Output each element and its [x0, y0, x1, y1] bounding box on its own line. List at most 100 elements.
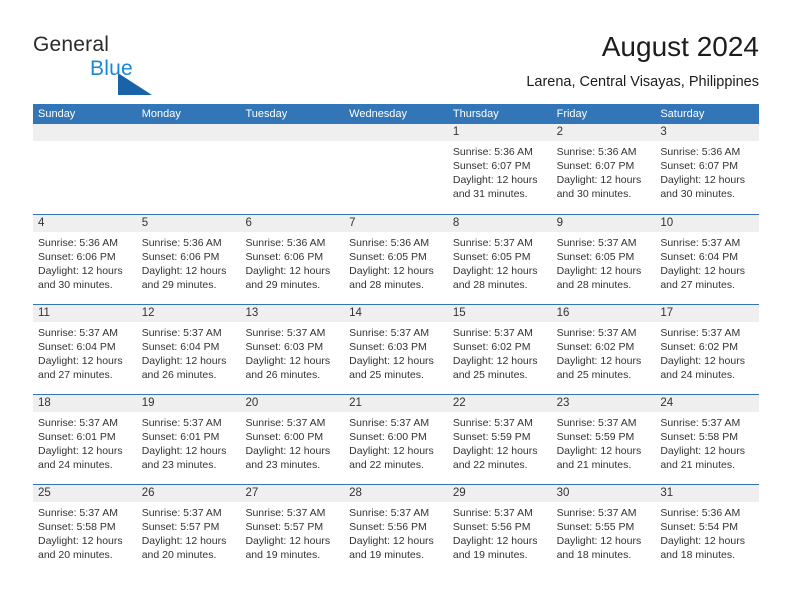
day-cell[interactable]: 25 Sunrise: 5:37 AM Sunset: 5:58 PM Dayl…: [33, 485, 137, 574]
daylight-text-line1: Daylight: 12 hours: [141, 355, 227, 367]
day-cell[interactable]: 20 Sunrise: 5:37 AM Sunset: 6:00 PM Dayl…: [240, 395, 345, 484]
daylight-text-line2: and 23 minutes.: [141, 459, 217, 471]
day-cell[interactable]: 2 Sunrise: 5:36 AM Sunset: 6:07 PM Dayli…: [551, 124, 656, 214]
day-number: 5: [136, 215, 241, 232]
sunset-text: Sunset: 6:04 PM: [38, 341, 116, 353]
day-info: Sunrise: 5:37 AM Sunset: 6:05 PM Dayligh…: [552, 232, 656, 292]
day-cell[interactable]: 6 Sunrise: 5:36 AM Sunset: 6:06 PM Dayli…: [240, 215, 345, 304]
day-cell[interactable]: [33, 124, 137, 214]
weekday-header-row: Sunday Monday Tuesday Wednesday Thursday…: [33, 104, 759, 124]
weekday-header-wednesday: Wednesday: [349, 108, 408, 120]
daylight-text-line2: and 28 minutes.: [556, 279, 632, 291]
general-blue-logo[interactable]: General Blue: [33, 33, 213, 95]
sunrise-text: Sunrise: 5:37 AM: [556, 507, 637, 519]
sunset-text: Sunset: 6:00 PM: [245, 431, 324, 443]
day-cell[interactable]: [344, 124, 448, 214]
daylight-text-line1: Daylight: 12 hours: [38, 355, 123, 367]
day-cell[interactable]: [240, 124, 345, 214]
sunrise-text: Sunrise: 5:36 AM: [660, 507, 741, 519]
day-cell[interactable]: 16 Sunrise: 5:37 AM Sunset: 6:02 PM Dayl…: [551, 305, 656, 394]
daylight-text-line1: Daylight: 12 hours: [349, 265, 434, 277]
day-cell[interactable]: 29 Sunrise: 5:37 AM Sunset: 5:56 PM Dayl…: [447, 485, 552, 574]
daylight-text-line1: Daylight: 12 hours: [452, 265, 538, 277]
day-info: Sunrise: 5:37 AM Sunset: 6:04 PM Dayligh…: [33, 322, 137, 382]
day-cell[interactable]: 26 Sunrise: 5:37 AM Sunset: 5:57 PM Dayl…: [136, 485, 241, 574]
day-info: Sunrise: 5:37 AM Sunset: 5:56 PM Dayligh…: [344, 502, 448, 562]
day-cell[interactable]: 31 Sunrise: 5:36 AM Sunset: 5:54 PM Dayl…: [655, 485, 760, 574]
day-cell[interactable]: 24 Sunrise: 5:37 AM Sunset: 5:58 PM Dayl…: [655, 395, 760, 484]
daylight-text-line1: Daylight: 12 hours: [141, 535, 227, 547]
daylight-text-line1: Daylight: 12 hours: [38, 445, 123, 457]
daylight-text-line2: and 20 minutes.: [38, 549, 113, 561]
daylight-text-line2: and 21 minutes.: [556, 459, 632, 471]
sunset-text: Sunset: 5:56 PM: [452, 521, 531, 533]
day-number: 1: [447, 124, 552, 141]
day-cell[interactable]: 28 Sunrise: 5:37 AM Sunset: 5:56 PM Dayl…: [344, 485, 448, 574]
day-cell[interactable]: 8 Sunrise: 5:37 AM Sunset: 6:05 PM Dayli…: [447, 215, 552, 304]
day-number: 31: [655, 485, 760, 502]
sunset-text: Sunset: 5:57 PM: [141, 521, 220, 533]
daylight-text-line2: and 18 minutes.: [556, 549, 632, 561]
day-info: Sunrise: 5:36 AM Sunset: 6:07 PM Dayligh…: [655, 141, 759, 201]
day-info: Sunrise: 5:37 AM Sunset: 6:04 PM Dayligh…: [137, 322, 241, 382]
sunset-text: Sunset: 6:06 PM: [245, 251, 324, 263]
day-info: Sunrise: 5:37 AM Sunset: 5:57 PM Dayligh…: [240, 502, 344, 562]
day-number: 12: [136, 305, 241, 322]
day-number: 23: [551, 395, 656, 412]
logo-text-blue: Blue: [90, 57, 133, 80]
sunset-text: Sunset: 6:05 PM: [452, 251, 531, 263]
day-cell[interactable]: [136, 124, 241, 214]
day-cell[interactable]: 30 Sunrise: 5:37 AM Sunset: 5:55 PM Dayl…: [551, 485, 656, 574]
daylight-text-line2: and 24 minutes.: [660, 369, 736, 381]
sunset-text: Sunset: 6:02 PM: [452, 341, 531, 353]
daylight-text-line2: and 25 minutes.: [349, 369, 424, 381]
day-cell[interactable]: 7 Sunrise: 5:36 AM Sunset: 6:05 PM Dayli…: [344, 215, 448, 304]
day-cell[interactable]: 19 Sunrise: 5:37 AM Sunset: 6:01 PM Dayl…: [136, 395, 241, 484]
sunrise-text: Sunrise: 5:37 AM: [245, 327, 326, 339]
daylight-text-line2: and 20 minutes.: [141, 549, 217, 561]
daylight-text-line2: and 25 minutes.: [556, 369, 632, 381]
day-number: 16: [551, 305, 656, 322]
day-cell[interactable]: 12 Sunrise: 5:37 AM Sunset: 6:04 PM Dayl…: [136, 305, 241, 394]
day-cell[interactable]: 27 Sunrise: 5:37 AM Sunset: 5:57 PM Dayl…: [240, 485, 345, 574]
sunrise-text: Sunrise: 5:37 AM: [38, 417, 118, 429]
daylight-text-line2: and 26 minutes.: [141, 369, 217, 381]
day-cell[interactable]: 23 Sunrise: 5:37 AM Sunset: 5:59 PM Dayl…: [551, 395, 656, 484]
day-cell[interactable]: 4 Sunrise: 5:36 AM Sunset: 6:06 PM Dayli…: [33, 215, 137, 304]
day-cell[interactable]: 1 Sunrise: 5:36 AM Sunset: 6:07 PM Dayli…: [447, 124, 552, 214]
sunset-text: Sunset: 6:04 PM: [660, 251, 738, 263]
daylight-text-line1: Daylight: 12 hours: [245, 535, 331, 547]
sunrise-text: Sunrise: 5:37 AM: [556, 237, 637, 249]
sunrise-text: Sunrise: 5:36 AM: [141, 237, 222, 249]
day-cell[interactable]: 21 Sunrise: 5:37 AM Sunset: 6:00 PM Dayl…: [344, 395, 448, 484]
day-cell[interactable]: 3 Sunrise: 5:36 AM Sunset: 6:07 PM Dayli…: [655, 124, 760, 214]
sunrise-text: Sunrise: 5:36 AM: [556, 146, 637, 158]
sunset-text: Sunset: 6:03 PM: [349, 341, 427, 353]
day-cell[interactable]: 5 Sunrise: 5:36 AM Sunset: 6:06 PM Dayli…: [136, 215, 241, 304]
day-number: 14: [344, 305, 448, 322]
day-info: Sunrise: 5:36 AM Sunset: 5:54 PM Dayligh…: [655, 502, 759, 562]
day-cell[interactable]: 17 Sunrise: 5:37 AM Sunset: 6:02 PM Dayl…: [655, 305, 760, 394]
sunrise-text: Sunrise: 5:37 AM: [349, 417, 430, 429]
day-cell[interactable]: 13 Sunrise: 5:37 AM Sunset: 6:03 PM Dayl…: [240, 305, 345, 394]
daylight-text-line1: Daylight: 12 hours: [556, 445, 642, 457]
day-cell[interactable]: 11 Sunrise: 5:37 AM Sunset: 6:04 PM Dayl…: [33, 305, 137, 394]
sunset-text: Sunset: 6:06 PM: [141, 251, 220, 263]
week-row: 4 Sunrise: 5:36 AM Sunset: 6:06 PM Dayli…: [33, 214, 760, 304]
day-info: Sunrise: 5:36 AM Sunset: 6:06 PM Dayligh…: [137, 232, 241, 292]
day-cell[interactable]: 18 Sunrise: 5:37 AM Sunset: 6:01 PM Dayl…: [33, 395, 137, 484]
week-row: 1 Sunrise: 5:36 AM Sunset: 6:07 PM Dayli…: [33, 124, 760, 214]
day-cell[interactable]: 22 Sunrise: 5:37 AM Sunset: 5:59 PM Dayl…: [447, 395, 552, 484]
week-row: 11 Sunrise: 5:37 AM Sunset: 6:04 PM Dayl…: [33, 304, 760, 394]
day-cell[interactable]: 14 Sunrise: 5:37 AM Sunset: 6:03 PM Dayl…: [344, 305, 448, 394]
daylight-text-line2: and 28 minutes.: [349, 279, 424, 291]
sunrise-text: Sunrise: 5:36 AM: [452, 146, 533, 158]
sunrise-text: Sunrise: 5:37 AM: [452, 327, 533, 339]
day-cell[interactable]: 10 Sunrise: 5:37 AM Sunset: 6:04 PM Dayl…: [655, 215, 760, 304]
daylight-text-line2: and 19 minutes.: [245, 549, 321, 561]
day-cell[interactable]: 9 Sunrise: 5:37 AM Sunset: 6:05 PM Dayli…: [551, 215, 656, 304]
day-cell[interactable]: 15 Sunrise: 5:37 AM Sunset: 6:02 PM Dayl…: [447, 305, 552, 394]
sunset-text: Sunset: 6:02 PM: [660, 341, 738, 353]
sunset-text: Sunset: 6:04 PM: [141, 341, 220, 353]
daylight-text-line2: and 21 minutes.: [660, 459, 736, 471]
